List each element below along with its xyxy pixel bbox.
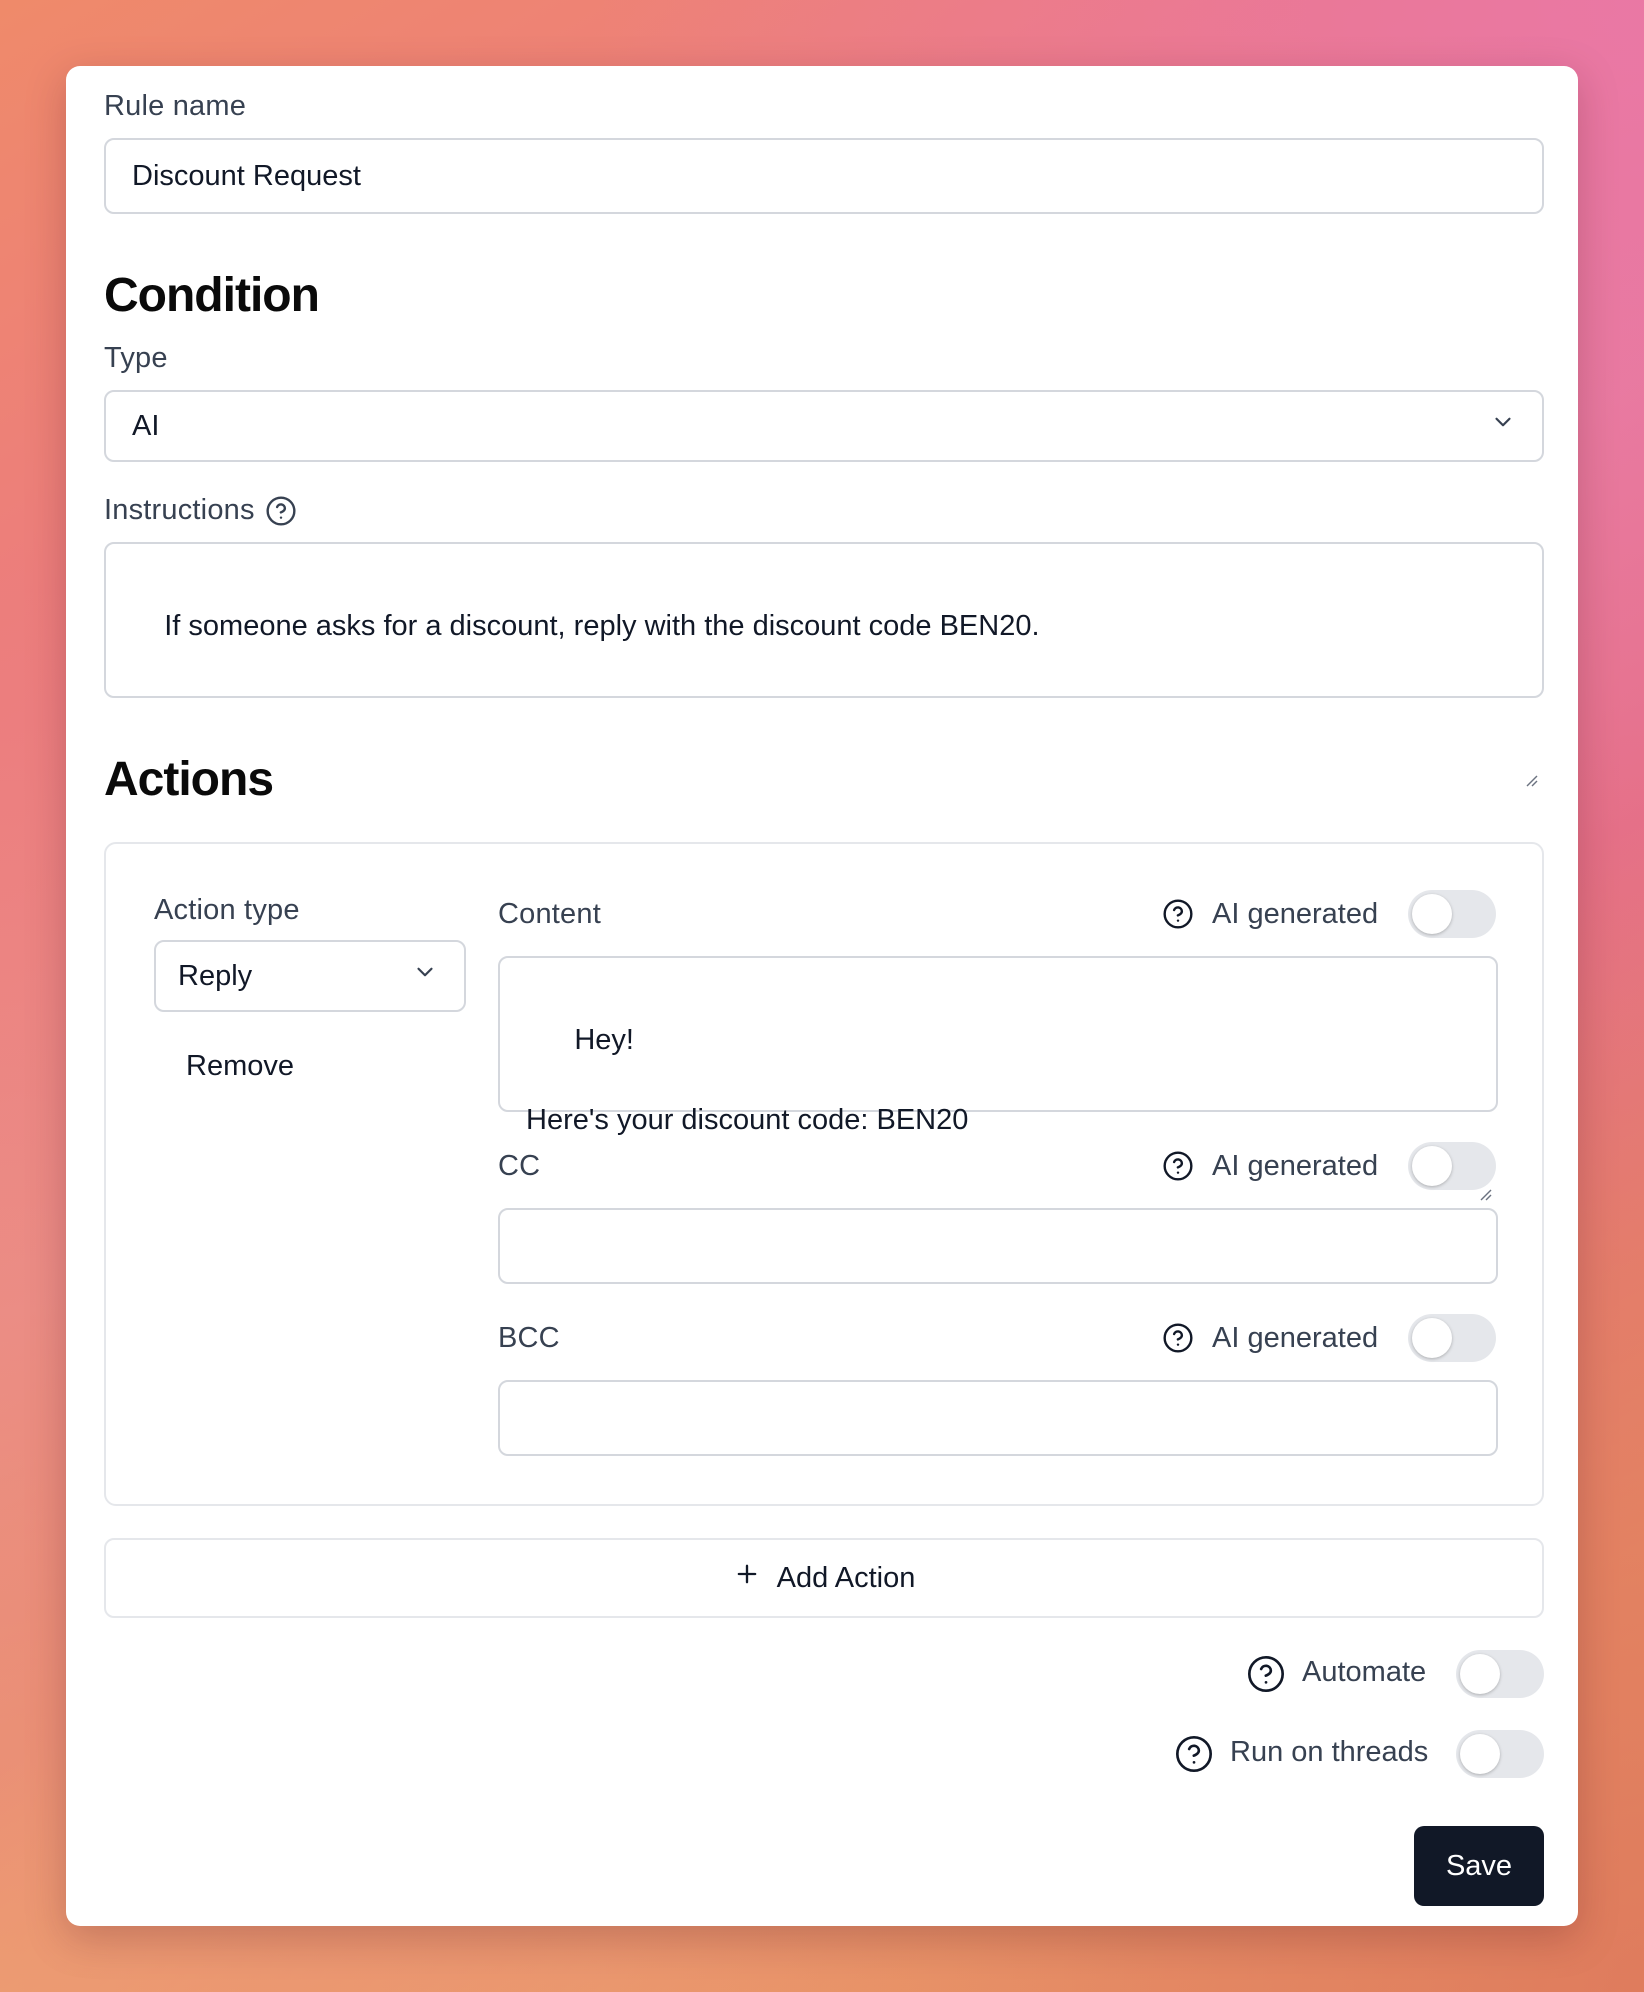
rule-form-card: Rule name Discount Request Condition Typ… xyxy=(66,66,1578,1926)
content-ai-generated-toggle[interactable] xyxy=(1408,890,1496,938)
automate-toggle[interactable] xyxy=(1456,1650,1544,1698)
resize-handle-icon[interactable] xyxy=(1524,678,1538,787)
action-type-label: Action type xyxy=(154,894,300,926)
help-circle-icon[interactable] xyxy=(1174,1734,1214,1774)
run-on-threads-label: Run on threads xyxy=(1230,1736,1429,1768)
toggle-knob xyxy=(1412,1318,1452,1358)
run-on-threads-toggle[interactable] xyxy=(1456,1730,1544,1778)
cc-input[interactable] xyxy=(498,1208,1498,1284)
cc-ai-generated-label: AI generated xyxy=(1212,1150,1379,1182)
content-label: Content xyxy=(498,898,601,930)
help-circle-icon[interactable] xyxy=(1162,898,1194,930)
add-action-button[interactable]: Add Action xyxy=(104,1538,1544,1618)
rule-name-label: Rule name xyxy=(104,90,247,122)
content-ai-generated-label: AI generated xyxy=(1212,898,1379,930)
instructions-value: If someone asks for a discount, reply wi… xyxy=(164,610,1040,642)
instructions-label-row: Instructions xyxy=(104,494,297,527)
remove-action-button[interactable]: Remove xyxy=(186,1050,294,1083)
bcc-label: BCC xyxy=(498,1322,560,1354)
cc-ai-generated-toggle[interactable] xyxy=(1408,1142,1496,1190)
type-label: Type xyxy=(104,342,168,374)
add-action-label: Add Action xyxy=(776,1561,916,1594)
save-button[interactable]: Save xyxy=(1414,1826,1544,1906)
action-type-value: Reply xyxy=(178,959,253,992)
action-item: Action type Reply Remove Content AI gene… xyxy=(104,842,1544,1506)
cc-label: CC xyxy=(498,1150,541,1182)
resize-handle-icon[interactable] xyxy=(1478,1092,1492,1201)
rule-name-input[interactable]: Discount Request xyxy=(104,138,1544,214)
chevron-down-icon xyxy=(412,959,438,993)
toggle-knob xyxy=(1460,1734,1500,1774)
help-circle-icon[interactable] xyxy=(1162,1150,1194,1182)
help-circle-icon[interactable] xyxy=(1162,1322,1194,1354)
type-select-value: AI xyxy=(132,409,160,442)
bcc-ai-generated-label: AI generated xyxy=(1212,1322,1379,1354)
bcc-ai-generated-toggle[interactable] xyxy=(1408,1314,1496,1362)
help-circle-icon[interactable] xyxy=(1246,1654,1286,1694)
actions-heading: Actions xyxy=(104,753,274,806)
condition-heading: Condition xyxy=(104,269,320,322)
instructions-label: Instructions xyxy=(104,494,255,526)
toggle-knob xyxy=(1412,1146,1452,1186)
content-textarea[interactable]: Hey! Here's your discount code: BEN20 xyxy=(498,956,1498,1201)
bcc-input[interactable] xyxy=(498,1380,1498,1456)
automate-label: Automate xyxy=(1302,1656,1427,1688)
content-value: Hey! Here's your discount code: BEN20 xyxy=(526,1024,969,1136)
instructions-textarea[interactable]: If someone asks for a discount, reply wi… xyxy=(104,542,1544,787)
action-type-select[interactable]: Reply xyxy=(154,940,466,1012)
plus-icon xyxy=(733,1560,761,1596)
rule-name-value: Discount Request xyxy=(132,159,361,192)
help-circle-icon[interactable] xyxy=(265,495,297,527)
chevron-down-icon xyxy=(1490,409,1516,443)
toggle-knob xyxy=(1412,894,1452,934)
type-select[interactable]: AI xyxy=(104,390,1544,462)
toggle-knob xyxy=(1460,1654,1500,1694)
